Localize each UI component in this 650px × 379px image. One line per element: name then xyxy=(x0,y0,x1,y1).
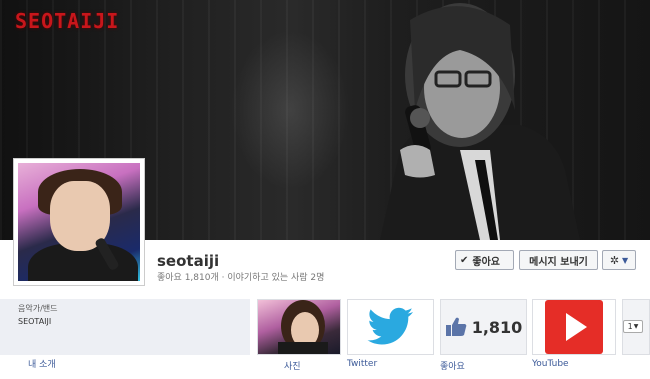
likes-link[interactable]: 좋아요 xyxy=(440,359,465,372)
photos-link[interactable]: 사진 xyxy=(284,359,301,372)
more-tiles-dropdown[interactable]: 1 ▼ xyxy=(623,320,643,333)
profile-picture-image xyxy=(18,163,140,281)
twitter-tile[interactable] xyxy=(347,299,434,355)
chevron-down-icon: ▼ xyxy=(633,323,639,330)
cover-performer-image xyxy=(380,3,580,240)
cover-light-glow xyxy=(230,30,350,190)
more-tiles-label: 1 xyxy=(627,322,633,331)
check-icon: ✔ xyxy=(460,254,469,266)
profile-picture[interactable] xyxy=(13,158,145,286)
like-button-label: 좋아요 xyxy=(472,256,500,268)
photos-tile[interactable] xyxy=(257,299,341,355)
youtube-play-icon xyxy=(545,300,603,354)
page-title[interactable]: seotaiji xyxy=(157,252,219,270)
twitter-bird-icon xyxy=(367,307,413,345)
youtube-link[interactable]: YouTube xyxy=(532,359,569,369)
about-category: 음악가/밴드 xyxy=(18,304,58,313)
page-stats: 좋아요 1,810개 · 이야기하고 있는 사람 2명 xyxy=(157,273,325,283)
settings-dropdown-button[interactable]: ✲ ▼ xyxy=(602,250,636,270)
photos-thumbnail xyxy=(278,300,328,354)
like-button[interactable]: ✔ 좋아요 xyxy=(455,250,514,270)
about-name: SEOTAIJI xyxy=(18,317,52,326)
likes-tile[interactable]: 1,810 xyxy=(440,299,527,355)
chevron-down-icon: ▼ xyxy=(622,255,629,265)
likes-count: 1,810 xyxy=(471,317,523,337)
send-message-label: 메시지 보내기 xyxy=(529,256,588,268)
youtube-tile[interactable] xyxy=(532,299,616,355)
cover-logo: SEOTAIJI xyxy=(15,9,120,33)
gear-icon: ✲ xyxy=(609,253,620,267)
about-link[interactable]: 내 소개 xyxy=(28,357,56,370)
thumbs-up-icon xyxy=(445,317,467,336)
about-box[interactable]: 음악가/밴드 SEOTAIJI xyxy=(0,299,250,355)
send-message-button[interactable]: 메시지 보내기 xyxy=(519,250,598,270)
twitter-link[interactable]: Twitter xyxy=(347,359,377,369)
